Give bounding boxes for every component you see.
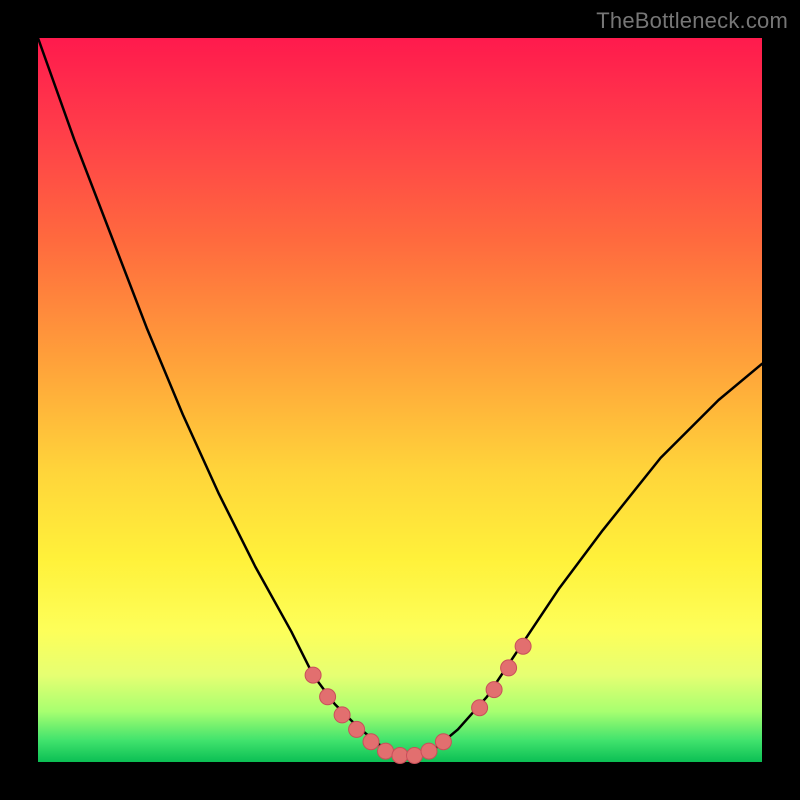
curve-markers: [305, 638, 531, 763]
curve-marker: [435, 734, 451, 750]
chart-container: TheBottleneck.com: [0, 0, 800, 800]
curve-marker: [421, 743, 437, 759]
bottleneck-curve: [38, 38, 762, 757]
curve-marker: [501, 660, 517, 676]
curve-marker: [472, 700, 488, 716]
curve-marker: [515, 638, 531, 654]
chart-overlay: [38, 38, 762, 762]
curve-marker: [305, 667, 321, 683]
curve-marker: [378, 743, 394, 759]
curve-marker: [334, 707, 350, 723]
curve-marker: [349, 721, 365, 737]
curve-marker: [363, 734, 379, 750]
curve-marker: [486, 682, 502, 698]
curve-marker: [407, 748, 423, 764]
curve-marker: [392, 748, 408, 764]
curve-marker: [320, 689, 336, 705]
attribution-watermark: TheBottleneck.com: [596, 8, 788, 34]
